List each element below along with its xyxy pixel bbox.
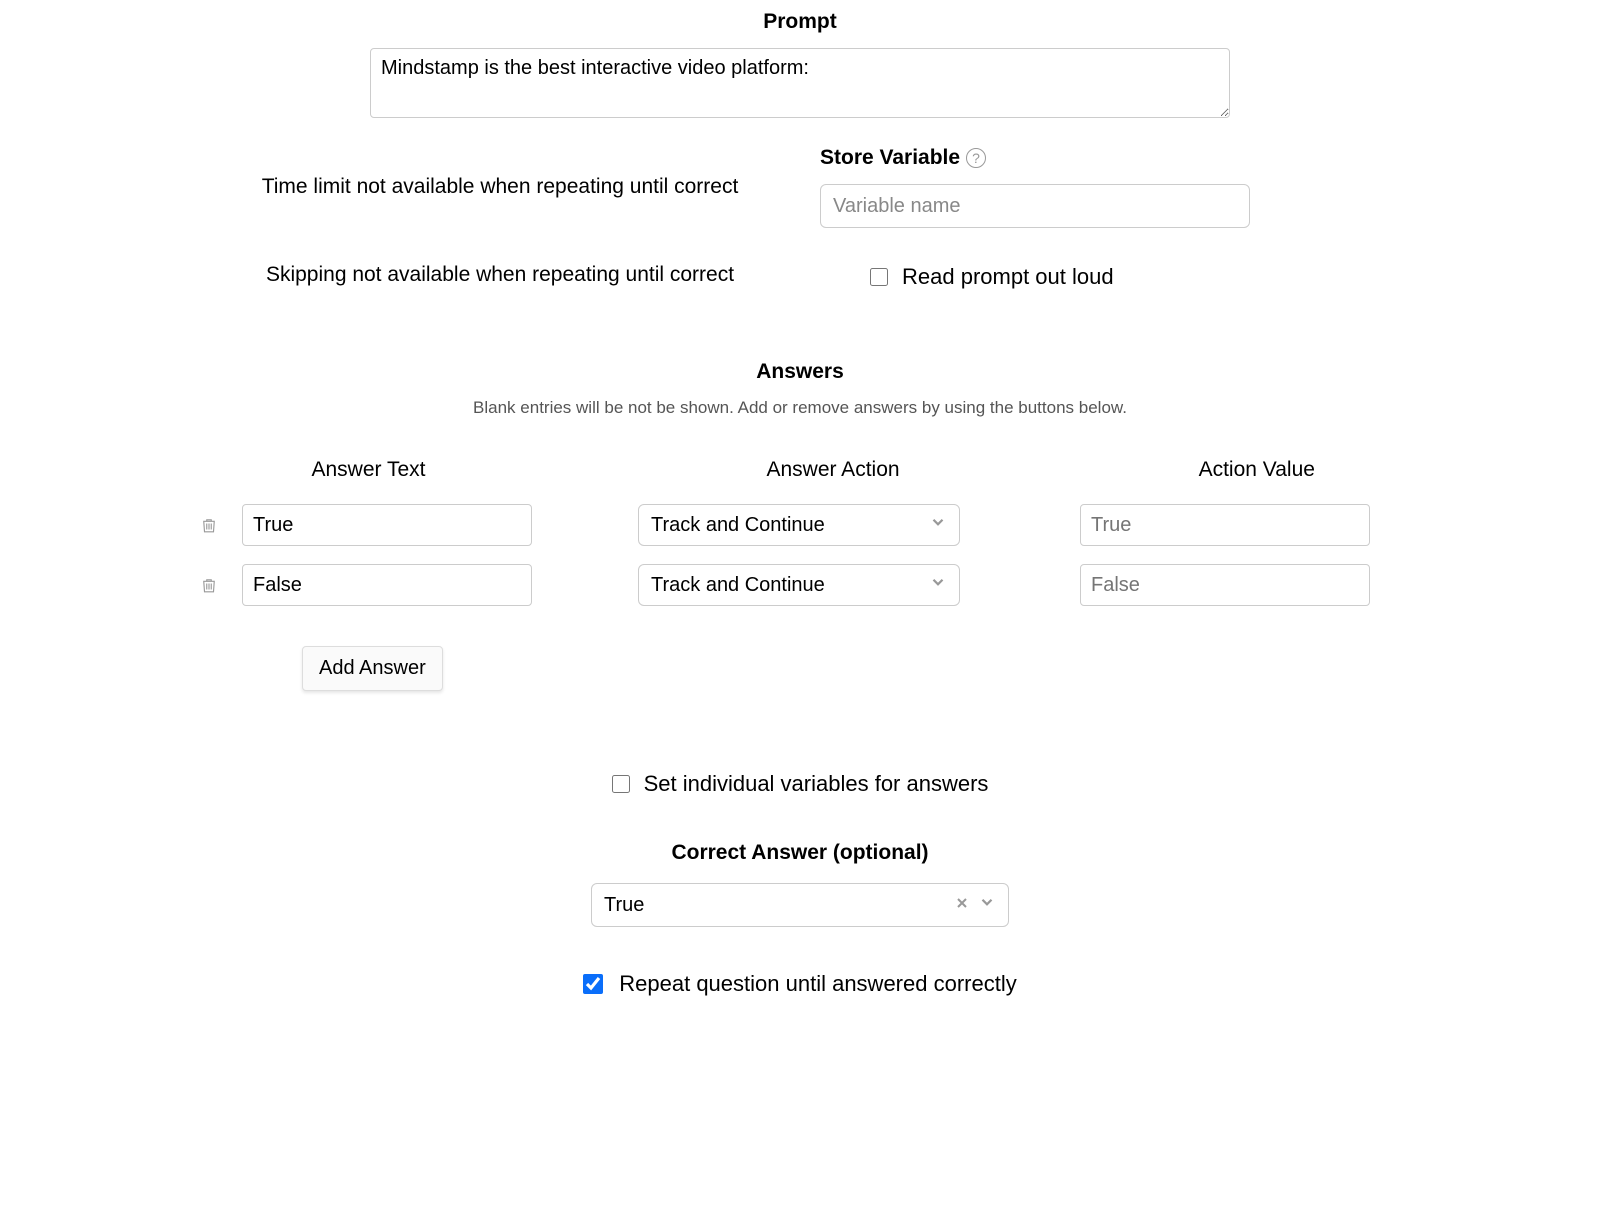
answer-action-value: Track and Continue — [651, 514, 825, 537]
repeat-checkbox[interactable] — [583, 974, 603, 994]
prompt-textarea[interactable] — [370, 48, 1230, 118]
chevron-down-icon — [929, 573, 947, 597]
action-value-input[interactable] — [1080, 564, 1370, 606]
answer-action-value: Track and Continue — [651, 574, 825, 597]
action-value-input[interactable] — [1080, 504, 1370, 546]
trash-icon[interactable] — [200, 514, 242, 536]
answers-title: Answers — [200, 360, 1400, 384]
individual-vars-checkbox[interactable] — [612, 775, 630, 793]
header-answer-action: Answer Action — [671, 458, 995, 482]
header-answer-text: Answer Text — [241, 458, 566, 482]
add-answer-button[interactable]: Add Answer — [302, 646, 443, 691]
clear-icon[interactable] — [954, 894, 970, 917]
answer-row: Track and Continue — [200, 504, 1400, 546]
read-aloud-checkbox[interactable] — [870, 268, 888, 286]
correct-answer-label: Correct Answer (optional) — [200, 841, 1400, 865]
repeat-label: Repeat question until answered correctly — [619, 971, 1016, 997]
chevron-down-icon — [978, 893, 996, 917]
correct-answer-select[interactable]: True — [591, 883, 1009, 927]
answers-subtitle: Blank entries will be not be shown. Add … — [200, 398, 1400, 418]
store-variable-label: Store Variable — [820, 146, 960, 170]
help-icon[interactable]: ? — [966, 148, 986, 168]
skipping-note: Skipping not available when repeating un… — [220, 260, 780, 289]
correct-answer-value: True — [604, 894, 644, 917]
store-variable-input[interactable] — [820, 184, 1250, 228]
answer-row: Track and Continue — [200, 564, 1400, 606]
read-aloud-label: Read prompt out loud — [902, 264, 1114, 290]
answer-text-input[interactable] — [242, 564, 532, 606]
header-action-value: Action Value — [1114, 458, 1400, 482]
answer-action-select[interactable]: Track and Continue — [638, 504, 960, 546]
answer-text-input[interactable] — [242, 504, 532, 546]
prompt-label: Prompt — [200, 10, 1400, 34]
answer-action-select[interactable]: Track and Continue — [638, 564, 960, 606]
time-limit-note: Time limit not available when repeating … — [220, 172, 780, 201]
individual-vars-label: Set individual variables for answers — [644, 771, 989, 797]
chevron-down-icon — [929, 513, 947, 537]
trash-icon[interactable] — [200, 574, 242, 596]
